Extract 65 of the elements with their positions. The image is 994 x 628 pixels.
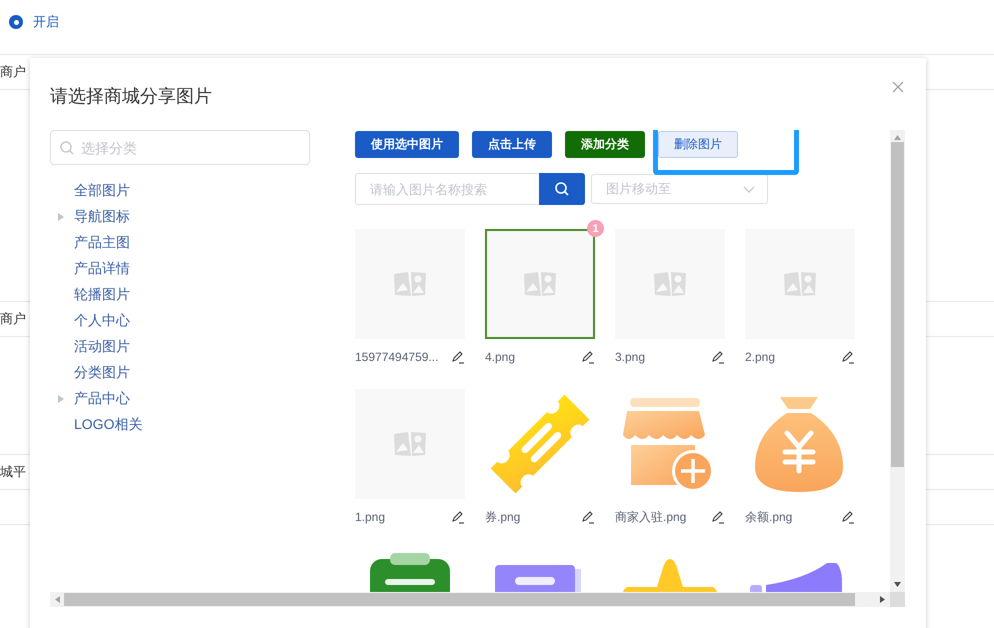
image-thumbnail[interactable]: [355, 389, 465, 499]
search-button[interactable]: [539, 173, 585, 205]
category-item[interactable]: 活动图片: [74, 338, 130, 356]
image-filename: 15977494759...: [355, 350, 438, 364]
expand-caret-icon[interactable]: [58, 395, 64, 403]
vertical-scrollbar[interactable]: [890, 130, 905, 592]
image-thumbnail[interactable]: [355, 229, 465, 339]
table-cell: 城平: [0, 463, 26, 481]
image-filename: 余额.png: [745, 508, 792, 526]
category-item[interactable]: 产品主图: [74, 234, 130, 252]
edit-icon[interactable]: [841, 510, 855, 524]
scroll-up-icon[interactable]: [894, 135, 901, 140]
toolbar-button[interactable]: 点击上传: [472, 131, 552, 158]
edit-icon[interactable]: [451, 510, 465, 524]
scrollbar-corner: [890, 592, 905, 607]
image-filename: 4.png: [485, 350, 516, 364]
category-item[interactable]: 个人中心: [74, 312, 130, 330]
image-filename: 2.png: [745, 350, 776, 364]
image-placeholder-icon: [393, 431, 427, 457]
table-cell: 商户: [0, 63, 26, 81]
image-placeholder-icon: [523, 271, 557, 297]
edit-icon[interactable]: [581, 350, 595, 364]
scroll-left-icon[interactable]: [55, 596, 60, 603]
radio-button[interactable]: [9, 15, 23, 29]
expand-caret-icon[interactable]: [58, 213, 64, 221]
edit-icon[interactable]: [581, 510, 595, 524]
image-filename: 1.png: [355, 510, 386, 524]
category-item[interactable]: 全部图片: [74, 182, 130, 200]
toolbar-button[interactable]: 删除图片: [658, 131, 738, 158]
card-icon: [495, 565, 581, 592]
image-thumbnail[interactable]: [745, 229, 855, 339]
image-filename: 3.png: [615, 350, 646, 364]
edit-icon[interactable]: [451, 350, 465, 364]
category-item[interactable]: 产品中心: [74, 390, 130, 408]
chevron-down-icon: [743, 186, 755, 192]
selection-badge: 1: [587, 220, 604, 237]
category-item[interactable]: LOGO相关: [74, 416, 142, 434]
edit-icon[interactable]: [711, 350, 725, 364]
scroll-right-icon[interactable]: [880, 596, 885, 603]
toolbar-button[interactable]: 使用选中图片: [355, 131, 459, 158]
image-filename: 券.png: [485, 508, 520, 526]
image-search-field[interactable]: 请输入图片名称搜索: [355, 173, 539, 205]
image-thumbnail[interactable]: [485, 229, 595, 339]
image-placeholder-icon: [393, 271, 427, 297]
category-item[interactable]: 分类图片: [74, 364, 130, 382]
search-icon: [60, 141, 74, 155]
scroll-down-icon[interactable]: [894, 582, 901, 587]
horizontal-scrollbar[interactable]: [50, 592, 890, 607]
image-thumbnail[interactable]: [615, 229, 725, 339]
edit-icon[interactable]: [711, 510, 725, 524]
table-cell: 商户: [0, 310, 26, 328]
dialog-title: 请选择商城分享图片: [50, 86, 212, 106]
category-item[interactable]: 产品详情: [74, 260, 130, 278]
category-item[interactable]: 轮播图片: [74, 286, 130, 304]
image-filename: 商家入驻.png: [615, 508, 686, 526]
edit-icon[interactable]: [841, 350, 855, 364]
category-item[interactable]: 导航图标: [74, 208, 130, 226]
clipboard-icon: [370, 553, 450, 592]
image-placeholder-icon: [783, 271, 817, 297]
toolbar-button[interactable]: 添加分类: [565, 131, 645, 158]
image-placeholder-icon: [653, 271, 687, 297]
radio-label: 开启: [33, 13, 59, 31]
category-search-field[interactable]: 选择分类: [50, 130, 310, 165]
search-icon: [555, 182, 569, 196]
close-icon[interactable]: [892, 81, 904, 93]
